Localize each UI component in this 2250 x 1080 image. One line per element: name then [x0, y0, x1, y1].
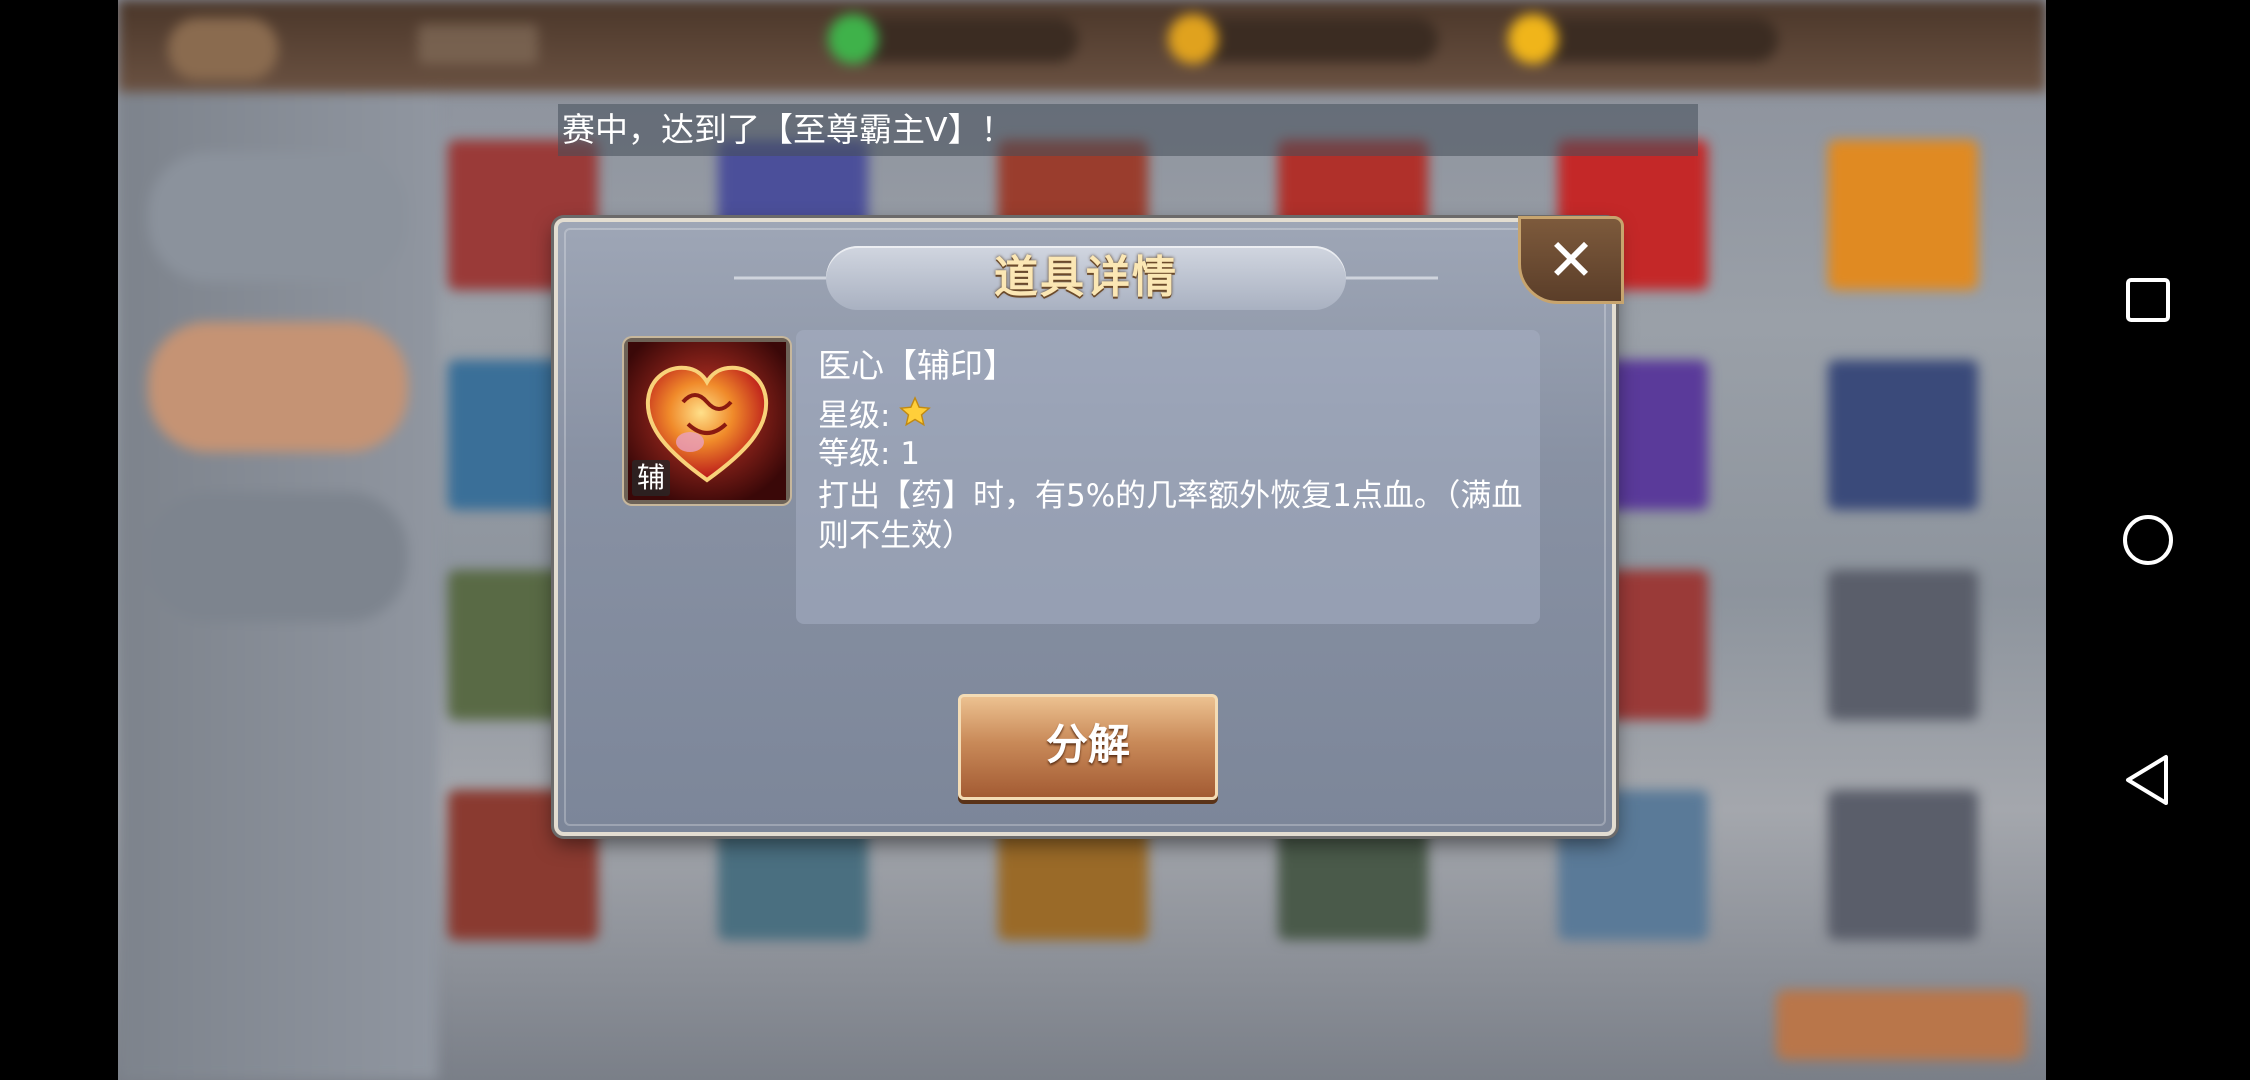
- item-type-tag: 辅: [632, 460, 670, 496]
- square-recents-icon: [2126, 278, 2170, 322]
- dialog-title: 道具详情: [994, 252, 1178, 303]
- grid-card[interactable]: [1828, 570, 1978, 720]
- star-icon: [899, 396, 932, 427]
- item-level: 等级: 1: [818, 436, 921, 472]
- circle-home-icon: [2123, 515, 2173, 565]
- close-button[interactable]: ✕: [1518, 216, 1624, 304]
- triangle-back-icon: [2126, 755, 2168, 805]
- grid-card[interactable]: [1828, 360, 1978, 510]
- decompose-button-label: 分解: [1045, 720, 1130, 769]
- item-info-box: 医心【辅印】 星级: 等级: 1 打出【药】时，有5%的几率额外恢复1点血。（满…: [796, 330, 1540, 624]
- item-icon-frame: 辅: [624, 338, 790, 504]
- home-button[interactable]: [2046, 490, 2250, 590]
- side-nav-item-2[interactable]: [148, 322, 408, 452]
- side-nav-item-1[interactable]: [148, 152, 408, 282]
- item-name: 医心【辅印】: [818, 346, 1016, 385]
- side-nav-item-3[interactable]: [148, 492, 408, 622]
- decompose-button[interactable]: 分解: [958, 694, 1218, 800]
- resource-ticket[interactable]: [1508, 14, 1778, 64]
- back-nav-button[interactable]: [2046, 730, 2250, 830]
- top-bar-label: [418, 24, 538, 64]
- screen-left-bar: [0, 0, 118, 1080]
- star-label: 星级:: [818, 397, 891, 434]
- item-description: 打出【药】时，有5%的几率额外恢复1点血。（满血则不生效）: [818, 478, 1523, 554]
- ticker-text: 赛中，达到了【至尊霸主V】！: [562, 110, 1014, 149]
- resource-coin[interactable]: [1168, 14, 1438, 64]
- announcement-ticker: 赛中，达到了【至尊霸主V】！: [558, 104, 1698, 156]
- resource-gem[interactable]: [828, 14, 1078, 64]
- corner-button[interactable]: [1776, 990, 2026, 1060]
- recents-button[interactable]: [2046, 250, 2250, 350]
- android-nav-bar: [2046, 0, 2250, 1080]
- item-star-row: 星级:: [818, 392, 932, 434]
- close-icon: ✕: [1546, 226, 1596, 294]
- back-button[interactable]: [168, 18, 278, 80]
- side-nav: [118, 92, 438, 1080]
- grid-card[interactable]: [1828, 790, 1978, 940]
- item-detail-dialog: 道具详情 ✕ 辅 医心【辅印】 星级: 等级: 1 打出【药】时，有5%的几率额…: [554, 216, 1624, 836]
- grid-card[interactable]: [1828, 140, 1978, 290]
- top-bar: [118, 0, 2046, 92]
